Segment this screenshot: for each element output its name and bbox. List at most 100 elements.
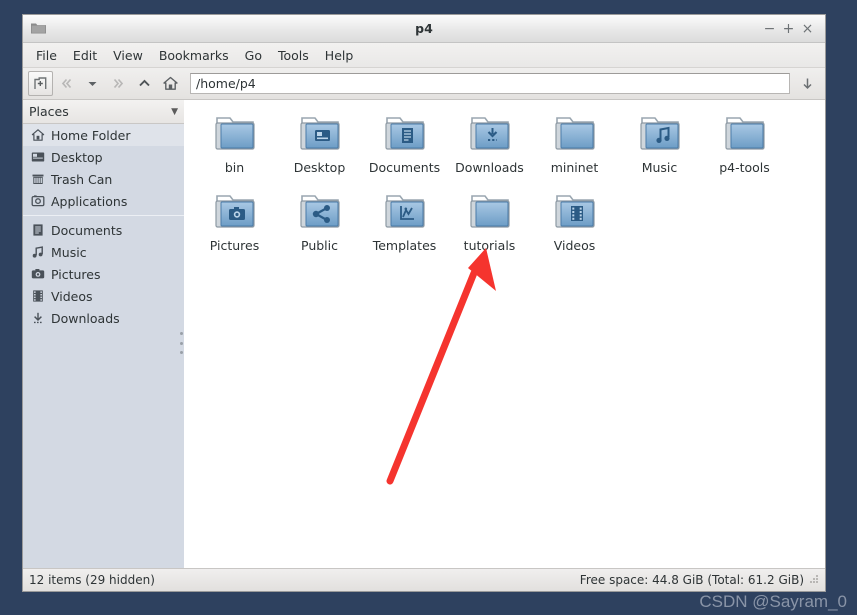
- file-item-templates[interactable]: Templates: [362, 186, 447, 264]
- folder-pictures-icon: [211, 188, 259, 236]
- folder-documents-icon: [381, 110, 429, 158]
- menu-edit[interactable]: Edit: [65, 46, 105, 65]
- folder-icon: [551, 110, 599, 158]
- folder-music-icon: [636, 110, 684, 158]
- menu-go[interactable]: Go: [237, 46, 270, 65]
- sidebar-item-label: Applications: [51, 193, 128, 209]
- file-item-label: Templates: [372, 238, 437, 253]
- sidebar-item-desktop[interactable]: Desktop: [23, 146, 184, 168]
- trash-icon: [30, 172, 45, 187]
- folder-icon: [211, 110, 259, 158]
- file-item-public[interactable]: Public: [277, 186, 362, 264]
- file-item-music[interactable]: Music: [617, 108, 702, 186]
- chevron-down-icon[interactable]: ▼: [171, 107, 178, 117]
- sidebar-item-label: Home Folder: [51, 127, 131, 143]
- file-manager-window: p4 − + × File Edit View Bookmarks Go Too…: [22, 14, 826, 592]
- up-button[interactable]: [132, 71, 157, 96]
- menu-help[interactable]: Help: [317, 46, 362, 65]
- file-item-label: tutorials: [463, 238, 516, 253]
- window-resize-grip[interactable]: [810, 575, 819, 585]
- title-bar[interactable]: p4 − + ×: [23, 15, 825, 43]
- forward-button[interactable]: [106, 71, 131, 96]
- history-dropdown-button[interactable]: [80, 71, 105, 96]
- status-bar: 12 items (29 hidden) Free space: 44.8 Gi…: [23, 568, 825, 591]
- applications-icon: [30, 194, 45, 209]
- window-body: Places ▼ Home Folder Desktop Trash Can A…: [23, 100, 825, 568]
- status-item-count: 12 items (29 hidden): [29, 573, 155, 587]
- document-icon: [30, 223, 45, 238]
- new-tab-button[interactable]: [28, 71, 53, 96]
- file-item-videos[interactable]: Videos: [532, 186, 617, 264]
- sidebar-item-music[interactable]: Music: [23, 241, 184, 263]
- file-item-label: mininet: [550, 160, 599, 175]
- sidebar-item-label: Documents: [51, 222, 123, 238]
- file-item-label: Pictures: [209, 238, 260, 253]
- menu-bar: File Edit View Bookmarks Go Tools Help: [23, 43, 825, 68]
- go-button[interactable]: [795, 71, 820, 96]
- path-entry[interactable]: /home/p4: [190, 73, 790, 94]
- sidebar-item-documents[interactable]: Documents: [23, 219, 184, 241]
- sidebar-item-label: Videos: [51, 288, 93, 304]
- folder-icon: [466, 188, 514, 236]
- file-item-label: Music: [641, 160, 678, 175]
- file-item-tutorials[interactable]: tutorials: [447, 186, 532, 264]
- window-folder-icon: [29, 20, 47, 38]
- home-button[interactable]: [158, 71, 183, 96]
- file-item-desktop[interactable]: Desktop: [277, 108, 362, 186]
- folder-desktop-icon: [296, 110, 344, 158]
- file-item-label: p4-tools: [719, 160, 770, 175]
- file-item-pictures[interactable]: Pictures: [192, 186, 277, 264]
- sidebar-item-trash-can[interactable]: Trash Can: [23, 168, 184, 190]
- music-note-icon: [30, 245, 45, 260]
- minimize-button[interactable]: −: [761, 20, 778, 37]
- icon-grid: bin Desktop Documents Downloads mininet …: [184, 100, 825, 264]
- sidebar-item-home-folder[interactable]: Home Folder: [23, 124, 184, 146]
- sidebar-item-label: Trash Can: [51, 171, 113, 187]
- sidebar-item-downloads[interactable]: Downloads: [23, 307, 184, 329]
- file-item-downloads[interactable]: Downloads: [447, 108, 532, 186]
- sidebar-item-pictures[interactable]: Pictures: [23, 263, 184, 285]
- menu-view[interactable]: View: [105, 46, 151, 65]
- home-icon: [30, 128, 45, 143]
- folder-videos-icon: [551, 188, 599, 236]
- status-free-space: Free space: 44.8 GiB (Total: 61.2 GiB): [579, 573, 804, 587]
- close-button[interactable]: ×: [799, 20, 816, 37]
- camera-icon: [30, 267, 45, 282]
- sidebar-item-label: Music: [51, 244, 87, 260]
- file-item-label: Desktop: [293, 160, 346, 175]
- window-title: p4: [415, 21, 433, 36]
- sidebar-divider: [23, 215, 184, 216]
- film-icon: [30, 289, 45, 304]
- file-item-bin[interactable]: bin: [192, 108, 277, 186]
- sidebar-item-videos[interactable]: Videos: [23, 285, 184, 307]
- folder-downloads-icon: [466, 110, 514, 158]
- maximize-button[interactable]: +: [780, 20, 797, 37]
- tool-bar: /home/p4: [23, 68, 825, 100]
- folder-public-icon: [296, 188, 344, 236]
- menu-file[interactable]: File: [28, 46, 65, 65]
- menu-bookmarks[interactable]: Bookmarks: [151, 46, 237, 65]
- menu-tools[interactable]: Tools: [270, 46, 317, 65]
- folder-icon: [721, 110, 769, 158]
- sidebar-item-label: Pictures: [51, 266, 101, 282]
- path-text: /home/p4: [196, 76, 256, 91]
- back-button[interactable]: [54, 71, 79, 96]
- folder-templates-icon: [381, 188, 429, 236]
- file-item-p4-tools[interactable]: p4-tools: [702, 108, 787, 186]
- window-controls: − + ×: [761, 20, 825, 37]
- file-item-documents[interactable]: Documents: [362, 108, 447, 186]
- places-header[interactable]: Places ▼: [23, 100, 184, 124]
- file-item-label: Documents: [368, 160, 441, 175]
- file-item-label: Public: [301, 238, 338, 253]
- file-item-label: bin: [224, 160, 245, 175]
- sidebar-item-applications[interactable]: Applications: [23, 190, 184, 212]
- sidebar-item-label: Downloads: [51, 310, 120, 326]
- file-item-label: Videos: [553, 238, 596, 253]
- watermark: CSDN @Sayram_0: [699, 592, 847, 611]
- desktop-icon: [30, 150, 45, 165]
- places-header-label: Places: [29, 104, 69, 119]
- file-item-mininet[interactable]: mininet: [532, 108, 617, 186]
- file-list-area[interactable]: bin Desktop Documents Downloads mininet …: [184, 100, 825, 568]
- file-item-label: Downloads: [455, 160, 524, 175]
- places-sidebar: Places ▼ Home Folder Desktop Trash Can A…: [23, 100, 184, 568]
